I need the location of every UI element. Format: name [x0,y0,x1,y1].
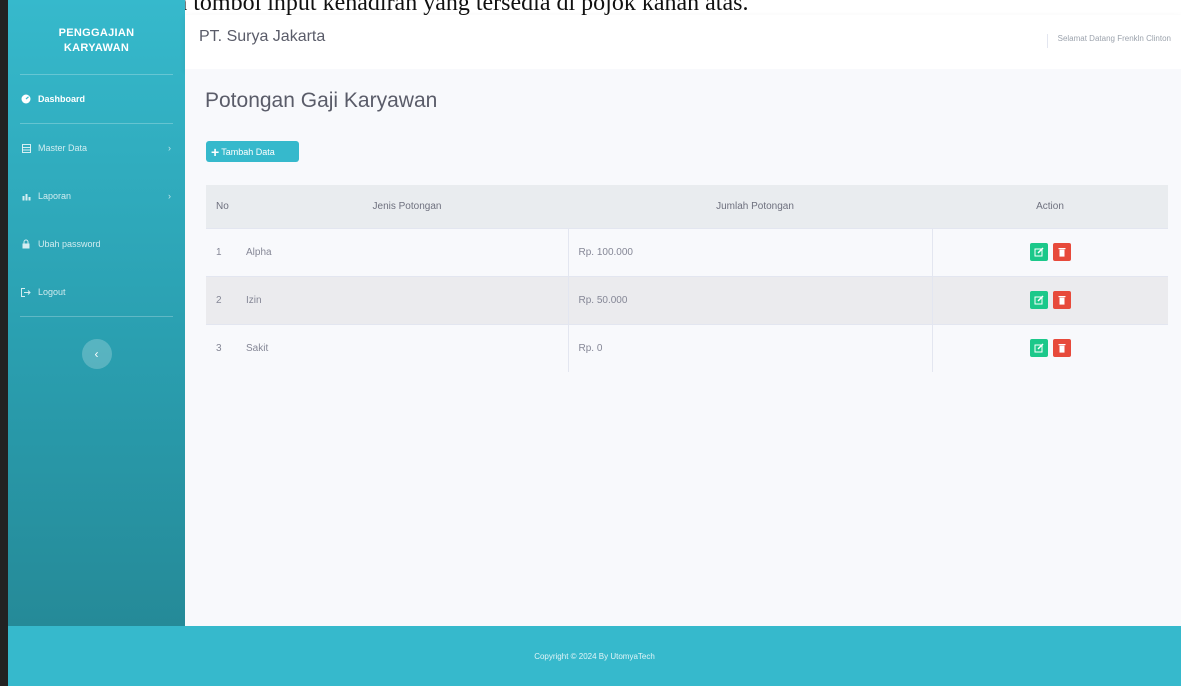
sidebar-brand[interactable]: PENGGAJIAN KARYAWAN [8,0,185,74]
table-row: 3 Sakit Rp. 0 [206,323,1168,372]
table-header-row: No Jenis Potongan Jumlah Potongan Action [206,185,1168,228]
sidebar-item-label: Dashboard [38,94,86,104]
cell-jenis: Alpha [240,227,568,276]
sidebar-item-label: Laporan [38,191,72,201]
table-icon [20,142,32,154]
header-no: No [216,200,229,212]
cell-jumlah: Rp. 100.000 [567,227,932,276]
edit-icon [1034,343,1044,353]
brand-line-1: PENGGAJIAN [58,27,135,39]
sidebar-item-laporan[interactable]: Laporan › [8,172,185,220]
sidebar: PENGGAJIAN KARYAWAN Dashboard Master Dat… [8,0,185,626]
header-jenis-potongan: Jenis Potongan [372,200,442,212]
cell-no: 1 [206,227,240,276]
edit-icon [1034,247,1044,257]
cell-action [931,227,1168,276]
logout-icon [20,286,32,298]
edit-button[interactable] [1029,291,1048,309]
header-action: Action [1036,200,1064,212]
cell-no: 3 [206,323,240,372]
company-name: PT. Surya Jakarta [199,28,326,45]
add-data-button[interactable]: + Tambah Data [206,141,299,162]
brand-line-2: KARYAWAN [63,42,130,54]
footer: Copyright © 2024 By UtomyaTech [8,626,1181,686]
edit-icon [1034,295,1044,305]
report-icon [20,190,32,202]
table-row: 1 Alpha Rp. 100.000 [206,227,1168,276]
edit-button[interactable] [1029,339,1048,358]
edit-button[interactable] [1029,243,1048,261]
sidebar-item-logout[interactable]: Logout [8,268,185,316]
sidebar-toggle-button[interactable]: ‹ [81,339,112,369]
cell-jenis: Izin [240,275,568,324]
lock-icon [20,238,32,250]
sidebar-item-label: Master Data [38,143,88,153]
cell-jenis: Sakit [240,323,568,372]
sidebar-item-label: Ubah password [38,239,101,249]
chevron-left-icon: ‹ [94,347,99,361]
sidebar-item-dashboard[interactable]: Dashboard [8,75,185,123]
deductions-table: No Jenis Potongan Jumlah Potongan Action… [206,185,1168,372]
plus-icon: + [211,143,220,160]
delete-button[interactable] [1052,243,1071,261]
dashboard-icon [20,93,32,105]
chevron-right-icon: › [168,191,171,201]
delete-button[interactable] [1052,339,1071,358]
sidebar-divider [20,316,173,317]
header-jumlah-potongan: Jumlah Potongan [716,200,794,212]
add-data-label: Tambah Data [221,146,275,157]
user-welcome[interactable]: Selamat Datang Frenkln Clinton [1046,34,1171,48]
delete-button[interactable] [1052,291,1071,309]
sidebar-item-master-data[interactable]: Master Data › [8,124,185,172]
sidebar-item-ubah-password[interactable]: Ubah password [8,220,185,268]
cell-action [931,275,1168,324]
trash-icon [1058,344,1066,353]
cell-jumlah: Rp. 0 [567,323,932,372]
window-edge [0,0,8,686]
cell-jumlah: Rp. 50.000 [567,275,932,324]
page-title: Potongan Gaji Karyawan [205,89,438,112]
topbar: PT. Surya Jakarta Selamat Datang Frenkln… [185,15,1181,69]
chevron-right-icon: › [168,143,171,153]
cell-action [931,323,1168,372]
table-row: 2 Izin Rp. 50.000 [206,275,1168,324]
copyright-text: Copyright © 2024 By UtomyaTech [534,651,655,661]
main-content: Potongan Gaji Karyawan + Tambah Data No … [185,69,1181,626]
sidebar-item-label: Logout [38,287,66,297]
trash-icon [1058,296,1066,305]
cell-no: 2 [206,275,240,324]
trash-icon [1058,248,1066,257]
